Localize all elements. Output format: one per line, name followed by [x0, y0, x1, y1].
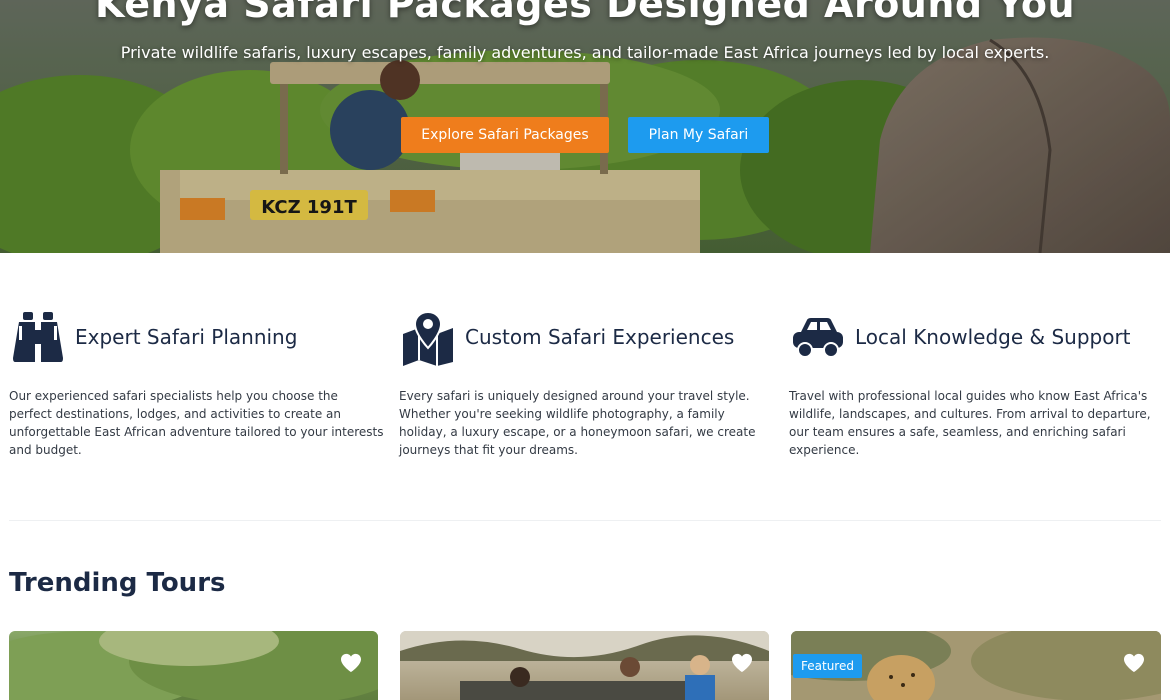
tour-card-image — [400, 631, 769, 700]
hero-subtitle: Private wildlife safaris, luxury escapes… — [120, 43, 1050, 62]
feature-title: Expert Safari Planning — [75, 325, 298, 349]
tour-card[interactable] — [9, 631, 378, 700]
section-divider — [9, 520, 1161, 521]
tour-card-image — [9, 631, 378, 700]
feature-title: Custom Safari Experiences — [465, 325, 735, 349]
feature-description: Our experienced safari specialists help … — [9, 389, 384, 457]
feature-header: Expert Safari Planning — [9, 305, 384, 369]
map-pin-icon — [403, 310, 453, 366]
feature-local-knowledge: Local Knowledge & Support Travel with pr… — [789, 305, 1164, 459]
trending-tours-title: Trending Tours — [9, 568, 226, 598]
feature-description: Every safari is uniquely designed around… — [399, 389, 756, 457]
favorite-heart-icon[interactable] — [1123, 653, 1145, 673]
plan-my-safari-button[interactable]: Plan My Safari — [628, 117, 769, 153]
favorite-heart-icon[interactable] — [340, 653, 362, 673]
feature-header: Local Knowledge & Support — [789, 305, 1164, 369]
hero-banner: KCZ 191T Kenya Safari Packages Designed … — [0, 0, 1170, 253]
binoculars-icon — [13, 312, 63, 362]
tour-card[interactable]: Featured — [791, 631, 1161, 700]
feature-custom-experiences: Custom Safari Experiences Every safari i… — [399, 305, 774, 459]
feature-title: Local Knowledge & Support — [855, 325, 1131, 349]
tour-card[interactable] — [400, 631, 769, 700]
explore-packages-button[interactable]: Explore Safari Packages — [401, 117, 609, 153]
car-icon — [793, 318, 843, 358]
featured-badge: Featured — [793, 654, 862, 678]
feature-description: Travel with professional local guides wh… — [789, 389, 1151, 457]
hero-title: Kenya Safari Packages Designed Around Yo… — [94, 0, 1076, 26]
feature-header: Custom Safari Experiences — [399, 305, 774, 369]
feature-expert-planning: Expert Safari Planning Our experienced s… — [9, 305, 384, 459]
favorite-heart-icon[interactable] — [731, 653, 753, 673]
